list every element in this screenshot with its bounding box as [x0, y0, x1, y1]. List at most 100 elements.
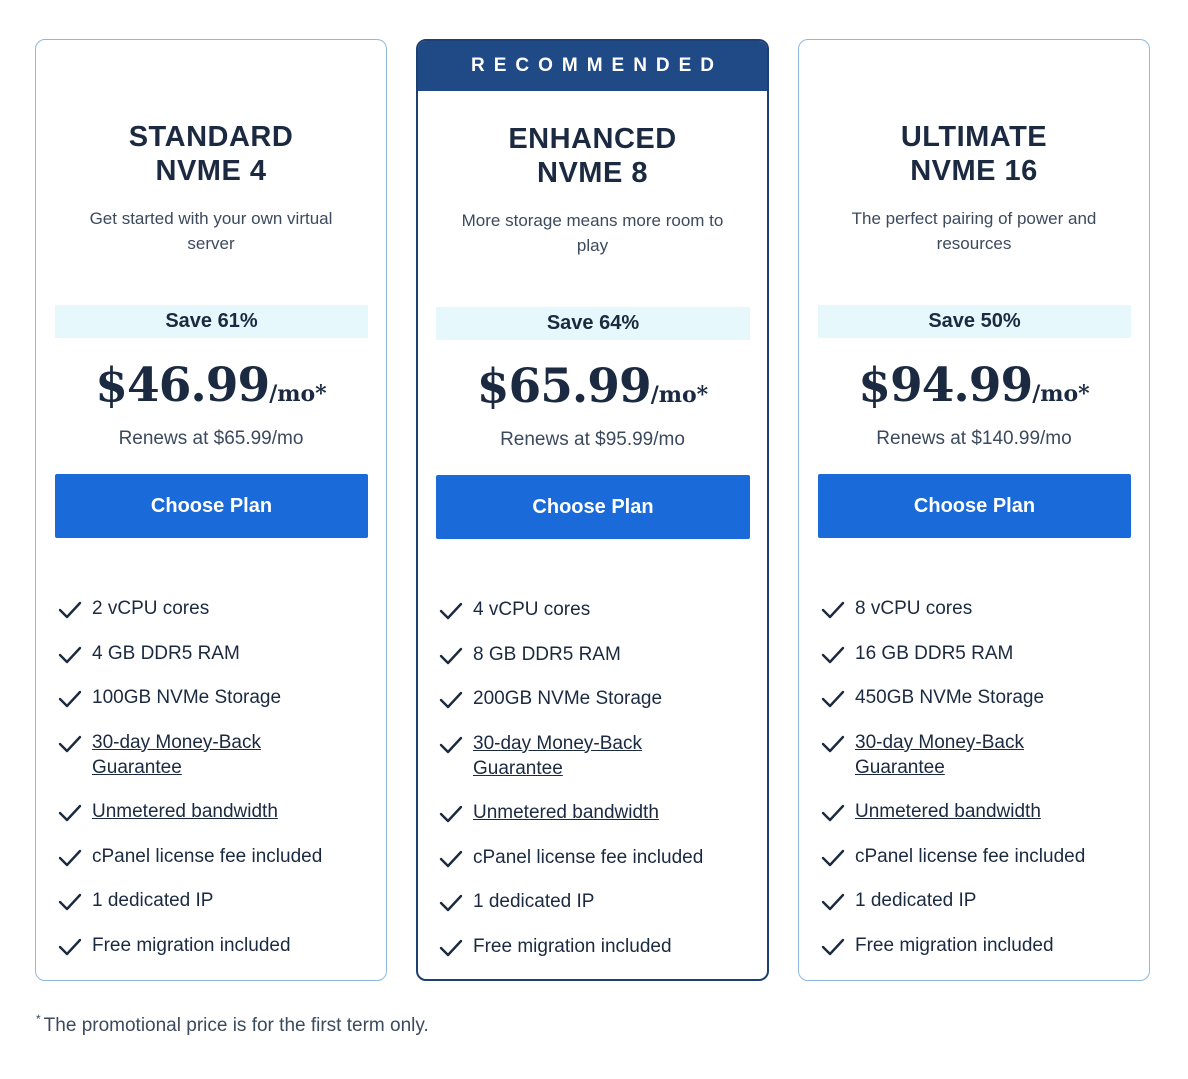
renewal-price: Renews at $65.99/mo	[118, 428, 304, 449]
feature-item: Free migration included	[439, 934, 758, 959]
check-icon	[439, 602, 463, 620]
feature-text: 8 GB DDR5 RAM	[473, 643, 621, 665]
choose-plan-button[interactable]: Choose Plan	[55, 474, 368, 538]
check-icon	[821, 601, 845, 619]
feature-item: 8 vCPU cores	[821, 596, 1139, 621]
price-row: $94.99/mo*	[799, 358, 1149, 413]
feature-item: Unmetered bandwidth	[821, 799, 1139, 824]
feature-item: 30-day Money-Back Guarantee	[58, 730, 376, 780]
footnote-marker: *	[36, 1012, 41, 1026]
check-icon	[821, 893, 845, 911]
plan-description: Get started with your own virtual server	[89, 209, 333, 253]
check-icon	[821, 938, 845, 955]
feature-text: Free migration included	[92, 934, 291, 956]
check-icon	[58, 849, 82, 866]
feature-text: 2 vCPU cores	[92, 598, 210, 619]
feature-text: 1 dedicated IP	[855, 890, 977, 911]
feature-item: 4 vCPU cores	[439, 597, 758, 622]
check-icon	[58, 646, 82, 663]
feature-text: Free migration included	[473, 935, 672, 957]
check-icon	[58, 804, 82, 822]
plan-description: The perfect pairing of power and resourc…	[851, 209, 1097, 253]
save-badge: Save 61%	[55, 305, 368, 338]
footnote-text: The promotional price is for the first t…	[43, 1015, 429, 1036]
save-badge: Save 64%	[436, 307, 750, 340]
feature-text: 100GB NVMe Storage	[92, 687, 282, 708]
feature-item: cPanel license fee included	[439, 845, 758, 870]
plan-title-line1: STANDARD	[128, 121, 294, 153]
feature-link[interactable]: 30-day Money-Back Guarantee	[855, 730, 1085, 780]
feature-list: 4 vCPU cores 8 GB DDR5 RAM 200GB NVMe Stor…	[439, 597, 758, 978]
price-period: /mo*	[650, 382, 709, 408]
feature-item: 1 dedicated IP	[821, 888, 1139, 913]
price-row: $46.99/mo*	[36, 358, 386, 413]
check-icon	[439, 894, 463, 912]
feature-item: 8 GB DDR5 RAM	[439, 642, 758, 667]
check-icon	[821, 646, 845, 663]
plan-card-ultimate: ULTIMATE NVME 16 The perfect pairing of …	[798, 39, 1150, 981]
feature-item: Free migration included	[821, 933, 1139, 958]
check-icon	[439, 691, 463, 709]
check-icon	[821, 690, 845, 708]
check-icon	[439, 850, 463, 867]
check-icon	[58, 601, 82, 619]
feature-item: 30-day Money-Back Guarantee	[439, 731, 758, 781]
footnote: * The promotional price is for the first …	[36, 1012, 429, 1037]
feature-item: 16 GB DDR5 RAM	[821, 641, 1139, 666]
feature-link[interactable]: Unmetered bandwidth	[473, 800, 659, 825]
feature-link[interactable]: Unmetered bandwidth	[92, 799, 278, 824]
plan-card-enhanced: RECOMMENDED ENHANCED NVME 8 More storage…	[416, 39, 769, 981]
feature-item: 30-day Money-Back Guarantee	[821, 730, 1139, 780]
feature-item: Unmetered bandwidth	[439, 800, 758, 825]
plan-description: More storage means more room to play	[461, 211, 724, 255]
check-icon	[58, 938, 82, 955]
price-period: /mo*	[1032, 381, 1090, 407]
feature-text: 4 vCPU cores	[473, 599, 591, 620]
plan-title: STANDARD NVME 4	[36, 120, 386, 188]
feature-item: Unmetered bandwidth	[58, 799, 376, 824]
feature-item: 100GB NVMe Storage	[58, 685, 376, 710]
renewal-price: Renews at $140.99/mo	[876, 428, 1072, 449]
feature-item: cPanel license fee included	[821, 844, 1139, 869]
check-icon	[439, 939, 463, 956]
save-badge: Save 50%	[818, 305, 1131, 338]
plan-title-line2: NVME 8	[537, 157, 648, 189]
feature-link[interactable]: Unmetered bandwidth	[855, 799, 1041, 824]
feature-link[interactable]: 30-day Money-Back Guarantee	[92, 730, 322, 780]
feature-text: 4 GB DDR5 RAM	[92, 642, 240, 664]
feature-item: cPanel license fee included	[58, 844, 376, 869]
plan-title-line2: NVME 4	[155, 155, 267, 187]
feature-text: 200GB NVMe Storage	[473, 688, 663, 709]
plan-title: ENHANCED NVME 8	[418, 122, 767, 190]
feature-list: 8 vCPU cores 16 GB DDR5 RAM 450GB NVMe Sto…	[821, 596, 1139, 977]
choose-plan-button[interactable]: Choose Plan	[818, 474, 1131, 538]
feature-item: 2 vCPU cores	[58, 596, 376, 621]
feature-text: cPanel license fee included	[473, 846, 704, 868]
check-icon	[439, 647, 463, 664]
renewal-price: Renews at $95.99/mo	[500, 429, 685, 450]
plan-title-line1: ULTIMATE	[900, 121, 1048, 153]
choose-plan-button[interactable]: Choose Plan	[436, 475, 750, 539]
price-row: $65.99/mo*	[418, 359, 767, 414]
plan-title-line2: NVME 16	[910, 155, 1038, 187]
feature-text: cPanel license fee included	[92, 845, 323, 867]
feature-text: 450GB NVMe Storage	[855, 687, 1045, 708]
price: $65.99	[476, 359, 652, 414]
plan-title: ULTIMATE NVME 16	[799, 120, 1149, 188]
check-icon	[821, 849, 845, 866]
feature-text: 8 vCPU cores	[855, 598, 973, 619]
feature-item: Free migration included	[58, 933, 376, 958]
feature-link[interactable]: 30-day Money-Back Guarantee	[473, 731, 703, 781]
check-icon	[58, 893, 82, 911]
feature-item: 4 GB DDR5 RAM	[58, 641, 376, 666]
feature-text: 1 dedicated IP	[92, 890, 214, 911]
feature-item: 200GB NVMe Storage	[439, 686, 758, 711]
feature-item: 1 dedicated IP	[439, 889, 758, 914]
check-icon	[439, 805, 463, 823]
check-icon	[821, 735, 845, 752]
plan-card-standard: STANDARD NVME 4 Get started with your ow…	[35, 39, 387, 981]
feature-list: 2 vCPU cores 4 GB DDR5 RAM 100GB NVMe Stor…	[58, 596, 376, 977]
feature-text: 16 GB DDR5 RAM	[855, 642, 1014, 664]
feature-text: cPanel license fee included	[855, 845, 1086, 867]
feature-text: Free migration included	[855, 934, 1054, 956]
